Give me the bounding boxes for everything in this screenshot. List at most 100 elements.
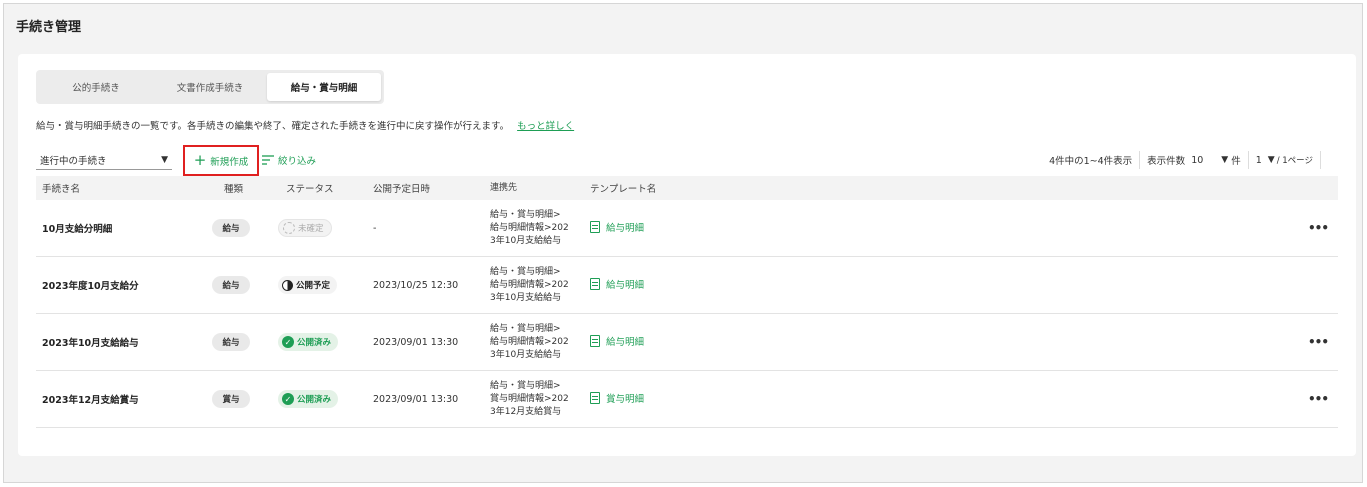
main-card: 公的手続き 文書作成手続き 給与・賞与明細 給与・賞与明細手続きの一覧です。各手… xyxy=(18,54,1356,456)
divider xyxy=(1320,151,1321,169)
publish-date: 2023/10/25 12:30 xyxy=(373,279,459,291)
status-label: 未確定 xyxy=(298,224,324,234)
header-type: 種類 xyxy=(224,184,244,195)
more-actions-icon[interactable]: ••• xyxy=(670,221,1338,235)
header-link: 連携先 xyxy=(490,182,518,193)
learn-more-link[interactable]: もっと詳しく xyxy=(517,121,574,132)
document-icon xyxy=(590,278,600,290)
status-filter-value: 進行中の手続き xyxy=(40,155,107,167)
status-filter-select[interactable]: 進行中の手続き ▼ xyxy=(36,150,172,170)
type-badge: 給与 xyxy=(212,276,250,294)
status-badge: ✓ 公開済み xyxy=(278,390,339,408)
result-summary: 4件中の1~4件表示 xyxy=(1049,156,1133,167)
page-suffix: / 1ページ xyxy=(1276,156,1313,166)
link-line: 給与・賞与明細> xyxy=(490,323,561,334)
dashed-circle-icon xyxy=(283,222,295,234)
procedures-table: 手続き名 種類 ステータス 公開予定日時 連携先 テンプレート名 10月支給分明… xyxy=(36,176,1338,428)
tab-public-procedures[interactable]: 公的手続き xyxy=(39,73,153,101)
dropdown-triangle-icon: ▼ xyxy=(1267,155,1275,165)
template-link[interactable]: 給与明細 xyxy=(590,334,644,348)
template-link[interactable]: 給与明細 xyxy=(590,220,644,234)
check-circle-icon: ✓ xyxy=(282,336,294,348)
app-frame: 手続き管理 公的手続き 文書作成手続き 給与・賞与明細 給与・賞与明細手続きの一… xyxy=(3,3,1363,483)
per-page-unit: 件 xyxy=(1231,156,1241,167)
divider xyxy=(1139,151,1141,169)
page-select[interactable]: 1 ▼ xyxy=(1256,155,1275,166)
status-label: 公開予定 xyxy=(296,281,331,291)
more-actions-icon[interactable]: ••• xyxy=(670,392,1338,406)
publish-date: 2023/09/01 13:30 xyxy=(373,336,459,348)
divider xyxy=(1247,151,1249,169)
dropdown-triangle-icon: ▼ xyxy=(161,154,168,165)
filter-lines-icon xyxy=(262,155,274,165)
procedure-name: 2023年12月支給賞与 xyxy=(42,395,139,406)
pagination: 4件中の1~4件表示 表示件数 10 ▼ 件 1 ▼ / 1ページ xyxy=(1049,150,1328,170)
per-page-value: 10 xyxy=(1191,154,1204,166)
status-badge: 未確定 xyxy=(278,219,332,237)
link-target: 給与・賞与明細> 給与明細情報>202 3年10月支給給与 xyxy=(490,266,590,305)
template-label: 給与明細 xyxy=(606,337,645,348)
link-line: 3年10月支給給与 xyxy=(490,292,562,303)
check-circle-icon: ✓ xyxy=(282,393,294,405)
table-row[interactable]: 2023年12月支給賞与 賞与 ✓ 公開済み 2023/09/01 13:30 … xyxy=(36,371,1338,428)
publish-date: 2023/09/01 13:30 xyxy=(373,393,459,405)
link-line: 3年10月支給給与 xyxy=(490,349,562,360)
status-label: 公開済み xyxy=(297,395,332,405)
link-line: 3年12月支給賞与 xyxy=(490,406,562,417)
link-line: 3年10月支給給与 xyxy=(490,235,562,246)
status-badge: ✓ 公開済み xyxy=(278,333,339,351)
per-page-select[interactable]: 10 ▼ xyxy=(1191,155,1228,166)
filter-label: 絞り込み xyxy=(278,156,317,167)
header-name: 手続き名 xyxy=(42,184,81,195)
tab-payslips[interactable]: 給与・賞与明細 xyxy=(267,73,381,101)
template-label: 賞与明細 xyxy=(606,394,645,405)
tab-document-procedures[interactable]: 文書作成手続き xyxy=(153,73,267,101)
plus-icon: + xyxy=(193,151,207,169)
status-label: 公開済み xyxy=(297,338,332,348)
procedure-name: 2023年度10月支給分 xyxy=(42,281,139,292)
type-badge: 給与 xyxy=(212,333,250,351)
per-page-label: 表示件数 xyxy=(1147,156,1186,167)
table-row[interactable]: 10月支給分明細 給与 未確定 - 給与・賞与明細> 給与明細情報>202 3年… xyxy=(36,200,1338,257)
header-template: テンプレート名 xyxy=(590,184,657,195)
dropdown-triangle-icon: ▼ xyxy=(1221,155,1229,165)
half-circle-icon xyxy=(282,279,293,291)
document-icon xyxy=(590,392,600,404)
template-link[interactable]: 賞与明細 xyxy=(590,391,644,405)
template-label: 給与明細 xyxy=(606,223,645,234)
link-target: 給与・賞与明細> 給与明細情報>202 3年10月支給給与 xyxy=(490,323,590,362)
table-row[interactable]: 2023年度10月支給分 給与 公開予定 2023/10/25 12:30 給与… xyxy=(36,257,1338,314)
template-link[interactable]: 給与明細 xyxy=(590,277,644,291)
description: 給与・賞与明細手続きの一覧です。各手続きの編集や終了、確定された手続きを進行中に… xyxy=(36,118,574,132)
type-badge: 給与 xyxy=(212,219,250,237)
new-procedure-button[interactable]: + 新規作成 xyxy=(183,145,259,176)
link-line: 給与明細情報>202 xyxy=(490,222,569,233)
type-badge: 賞与 xyxy=(212,390,250,408)
header-status: ステータス xyxy=(286,184,334,195)
tab-bar: 公的手続き 文書作成手続き 給与・賞与明細 xyxy=(36,70,384,104)
link-line: 給与・賞与明細> xyxy=(490,380,561,391)
procedure-name: 10月支給分明細 xyxy=(42,224,113,235)
template-label: 給与明細 xyxy=(606,280,645,291)
link-target: 給与・賞与明細> 給与明細情報>202 3年10月支給給与 xyxy=(490,209,590,248)
table-header: 手続き名 種類 ステータス 公開予定日時 連携先 テンプレート名 xyxy=(36,176,1338,200)
description-text: 給与・賞与明細手続きの一覧です。各手続きの編集や終了、確定された手続きを進行中に… xyxy=(36,121,510,132)
link-line: 給与・賞与明細> xyxy=(490,266,561,277)
table-row[interactable]: 2023年10月支給給与 給与 ✓ 公開済み 2023/09/01 13:30 … xyxy=(36,314,1338,371)
link-line: 給与明細情報>202 xyxy=(490,279,569,290)
link-line: 給与・賞与明細> xyxy=(490,209,561,220)
document-icon xyxy=(590,335,600,347)
new-procedure-label: 新規作成 xyxy=(210,156,249,168)
page-value: 1 xyxy=(1255,154,1262,166)
publish-date: - xyxy=(373,222,377,234)
link-line: 賞与明細情報>202 xyxy=(490,393,569,404)
link-target: 給与・賞与明細> 賞与明細情報>202 3年12月支給賞与 xyxy=(490,380,590,419)
link-line: 給与明細情報>202 xyxy=(490,336,569,347)
procedure-name: 2023年10月支給給与 xyxy=(42,338,139,349)
header-date: 公開予定日時 xyxy=(373,184,431,195)
status-badge: 公開予定 xyxy=(278,276,338,294)
filter-button[interactable]: 絞り込み xyxy=(262,153,316,167)
more-actions-icon[interactable]: ••• xyxy=(670,335,1338,349)
document-icon xyxy=(590,221,600,233)
page-title: 手続き管理 xyxy=(16,20,82,35)
